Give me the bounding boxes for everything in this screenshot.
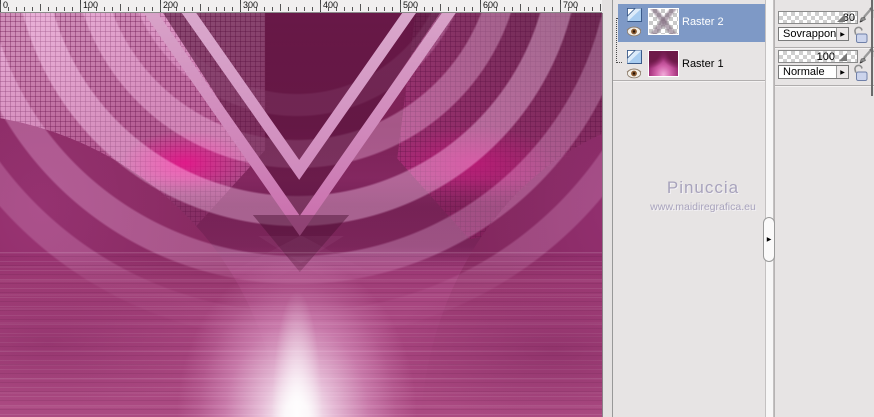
horizontal-ruler: 0 100 200 300 400 500 600 700 xyxy=(0,0,602,13)
layer-thumbnail-raster2[interactable] xyxy=(648,8,679,35)
layer-controls-raster2: 80 Sovrapponi ▶ xyxy=(775,0,874,48)
dropdown-arrow-icon: ▶ xyxy=(840,69,845,76)
layer-row-raster1[interactable]: Raster 1 xyxy=(618,46,765,80)
art-chevron-band-lower xyxy=(143,13,456,237)
layer-list-divider xyxy=(613,80,766,82)
ruler-label: 600 xyxy=(483,0,499,10)
blend-mode-dropdown[interactable]: Normale ▶ xyxy=(778,65,849,79)
ruler-label: 400 xyxy=(323,0,339,10)
blend-mode-value: Normale xyxy=(783,66,825,78)
blend-mode-dropdown[interactable]: Sovrapponi ▶ xyxy=(778,27,849,41)
ruler-label: 200 xyxy=(163,0,179,10)
art-dark-midband xyxy=(0,178,602,273)
layer-icon-column xyxy=(626,7,643,37)
visibility-eye-icon[interactable] xyxy=(626,25,642,37)
watermark-name: Pinuccia xyxy=(666,178,740,197)
layer-name-label: Raster 2 xyxy=(682,16,724,28)
art-grid-texture-left xyxy=(0,13,265,244)
layer-name-label: Raster 1 xyxy=(682,58,724,70)
canvas-artwork[interactable] xyxy=(0,13,603,417)
layer-controls-panel: 80 Sovrapponi ▶ 100 Normale ▶ xyxy=(774,0,874,417)
ruler-label: 0 xyxy=(3,0,9,10)
art-center-glow xyxy=(147,228,447,417)
opacity-slider[interactable]: 80 xyxy=(778,11,858,24)
unlocked-padlock-icon[interactable] xyxy=(852,63,869,82)
blend-mode-value: Sovrapponi xyxy=(783,28,839,40)
layer-controls-raster1: 100 Normale ▶ xyxy=(775,48,874,86)
art-water-reflection xyxy=(0,252,602,417)
ruler-label: 500 xyxy=(403,0,419,10)
art-grid-texture-right xyxy=(397,13,602,240)
panel-splitter-handle[interactable]: ▶ xyxy=(763,217,775,262)
art-x-leg-left xyxy=(0,236,344,417)
dropdown-arrow-button[interactable]: ▶ xyxy=(836,66,848,78)
ruler-label: 300 xyxy=(243,0,259,10)
unlocked-padlock-icon[interactable] xyxy=(852,25,869,44)
layers-palette: Raster 2 Raster 1 Pinuccia www.maidiregr… xyxy=(612,0,766,417)
art-x-leg-right xyxy=(258,236,602,417)
art-dark-v-interior xyxy=(163,13,441,224)
art-v-shadow xyxy=(252,215,350,272)
panel-splitter-bar[interactable] xyxy=(765,0,774,417)
splitter-collapse-arrow-icon: ▶ xyxy=(766,236,772,243)
art-petal-arcs xyxy=(0,13,602,417)
watermark: Pinuccia www.maidiregrafica.eu xyxy=(633,178,773,213)
art-chevron-band-upper xyxy=(181,13,416,180)
dropdown-arrow-button[interactable]: ▶ xyxy=(836,28,848,40)
opacity-value: 100 xyxy=(816,51,835,63)
layer-thumbnail-raster1[interactable] xyxy=(648,50,679,77)
layer-row-raster2[interactable]: Raster 2 xyxy=(618,4,765,42)
opacity-slider[interactable]: 100 xyxy=(778,50,858,63)
opacity-slider-grip-icon[interactable] xyxy=(839,53,847,61)
ruler-label: 700 xyxy=(563,0,579,10)
ruler-label: 100 xyxy=(83,0,99,10)
app-window: 0 100 200 300 400 500 600 700 Raster 2 R… xyxy=(0,0,874,417)
visibility-eye-icon[interactable] xyxy=(626,67,642,79)
layer-icon-column xyxy=(626,49,643,79)
raster-layer-icon xyxy=(627,8,642,22)
thumbnail-overlay-art xyxy=(649,9,678,34)
art-base-gradient xyxy=(0,13,602,417)
opacity-slider-grip-icon[interactable] xyxy=(837,14,845,22)
art-dome-left xyxy=(0,113,280,417)
art-dome-right xyxy=(420,113,602,417)
watermark-url: www.maidiregrafica.eu xyxy=(650,201,756,213)
raster-layer-icon xyxy=(627,50,642,64)
dropdown-arrow-icon: ▶ xyxy=(840,31,845,38)
